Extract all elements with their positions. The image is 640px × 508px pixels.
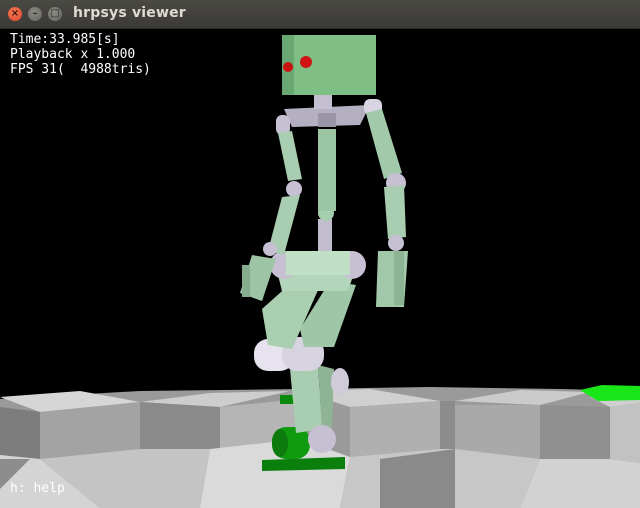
scene-render [0,29,640,508]
window-title: hrpsys viewer [73,5,186,21]
fps-readout: FPS 31( 4988tris) [10,62,151,77]
close-icon[interactable]: × [8,7,22,21]
maximize-icon[interactable]: □ [48,7,62,21]
robot-head [282,35,376,95]
help-hint: h: help [10,481,65,496]
hrpsys-viewer-window: × – □ hrpsys viewer Time:33.985[s] Playb… [0,0,640,508]
3d-viewport[interactable]: Time:33.985[s] Playback x 1.000 FPS 31( … [0,29,640,508]
playback-readout: Playback x 1.000 [10,47,136,62]
title-bar[interactable]: × – □ hrpsys viewer [0,0,640,29]
time-readout: Time:33.985[s] [10,32,120,47]
minimize-icon[interactable]: – [28,7,42,21]
